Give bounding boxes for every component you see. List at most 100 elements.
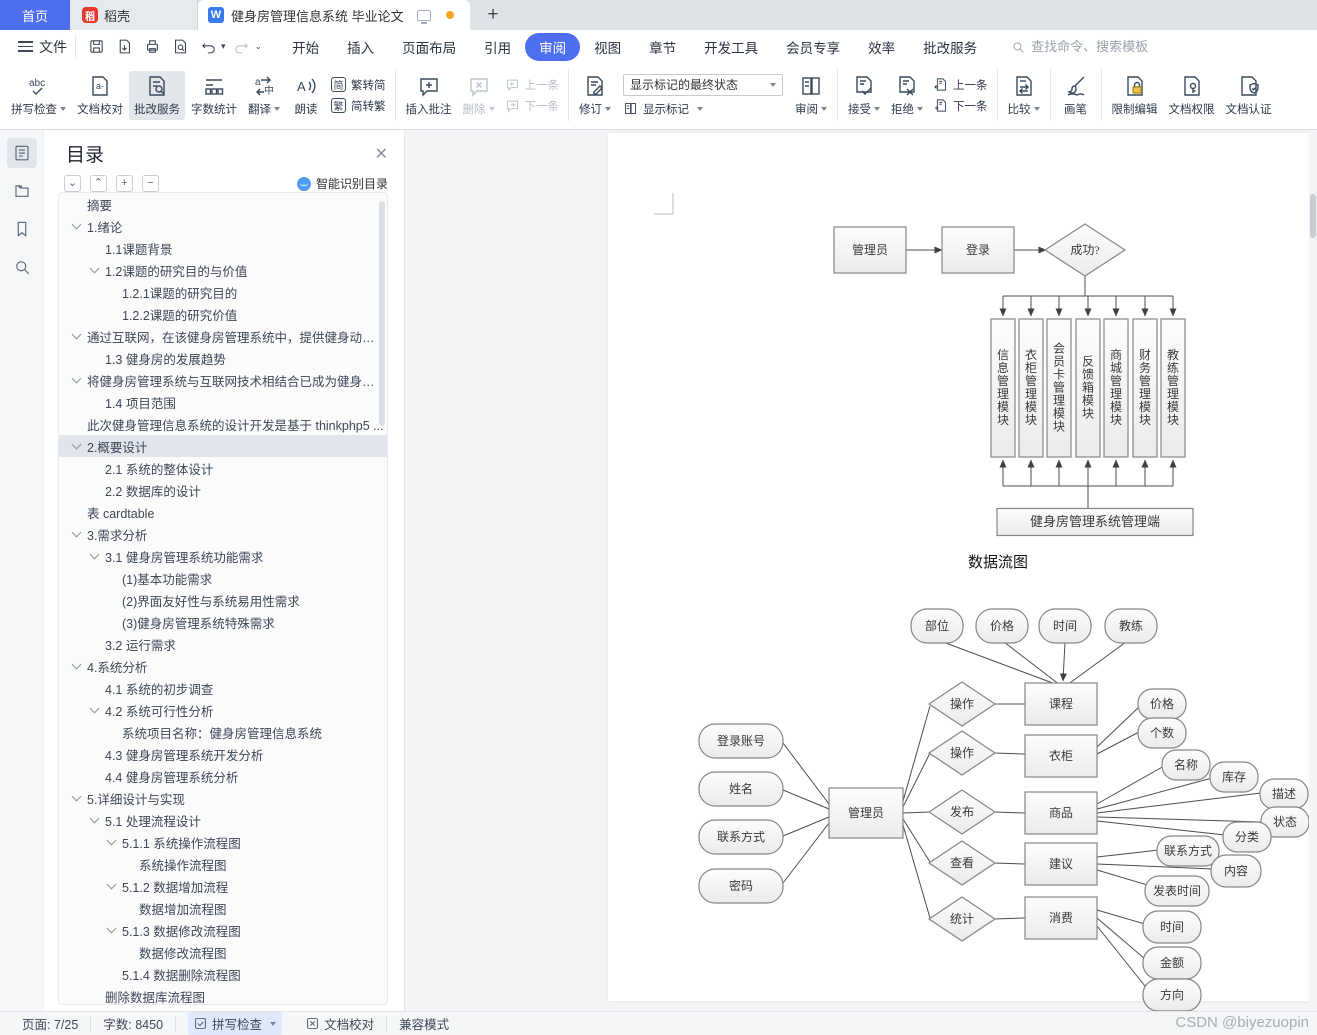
chevron-down-icon[interactable] — [89, 549, 100, 560]
menu-item[interactable]: 开始 — [278, 33, 333, 61]
toc-item[interactable]: 通过互联网，在该健身房管理系统中，提供健身动作 ... — [59, 325, 387, 347]
doc-proof-button[interactable]: 文档校对 — [72, 71, 128, 120]
toc-item[interactable]: 1.绪论 — [59, 215, 387, 237]
chevron-down-icon[interactable] — [71, 373, 82, 384]
toolbar-more-caret[interactable]: ⌄ — [255, 41, 263, 52]
redo-button[interactable] — [230, 35, 254, 59]
chevron-down-icon[interactable] — [71, 219, 82, 230]
print-preview-button[interactable] — [168, 35, 192, 59]
undo-button[interactable] — [196, 35, 220, 59]
menu-item[interactable]: 批改服务 — [909, 33, 991, 61]
show-markup-button[interactable]: 显示标记 — [623, 101, 783, 117]
chevron-down-icon[interactable] — [106, 879, 117, 890]
word-count-indicator[interactable]: 字数: 8450 — [91, 1015, 177, 1032]
expand-all-button[interactable]: ⌄ — [64, 175, 81, 192]
new-tab-button[interactable]: + — [470, 0, 516, 30]
toc-item[interactable]: (3)健身房管理系统特殊需求 — [59, 611, 387, 633]
toc-item[interactable]: (2)界面友好性与系统易用性需求 — [59, 589, 387, 611]
toc-item[interactable]: 5.1.2 数据增加流程 — [59, 875, 387, 897]
toc-item[interactable]: (1)基本功能需求 — [59, 567, 387, 589]
toc-item[interactable]: 5.1.1 系统操作流程图 — [59, 831, 387, 853]
simplified-to-traditional-button[interactable]: 繁 简转繁 — [331, 98, 386, 114]
toc-item[interactable]: 摘要 — [59, 193, 387, 215]
toc-item[interactable]: 5.1 处理流程设计 — [59, 809, 387, 831]
correction-service-button[interactable]: 批改服务 — [129, 70, 185, 120]
toc-item[interactable]: 5.1.3 数据修改流程图 — [59, 919, 387, 941]
doc-certify-button[interactable]: 文档认证 — [1221, 71, 1277, 120]
toc-item[interactable]: 1.2.2课题的研究价值 — [59, 303, 387, 325]
display-for-review-dropdown[interactable]: 显示标记的最终状态 — [623, 73, 783, 96]
toc-item[interactable]: 1.3 健身房的发展趋势 — [59, 347, 387, 369]
toc-item[interactable]: 1.1课题背景 — [59, 237, 387, 259]
toc-item[interactable]: 1.2课题的研究目的与价值 — [59, 259, 387, 281]
toc-item[interactable]: 3.2 运行需求 — [59, 633, 387, 655]
smart-recognize-button[interactable]: 智能识别目录 — [296, 175, 388, 192]
chevron-down-icon[interactable] — [71, 659, 82, 670]
document-scrollbar[interactable] — [1309, 130, 1317, 1011]
screen-share-icon[interactable] — [416, 9, 431, 24]
menu-item[interactable]: 审阅 — [525, 32, 581, 61]
menu-item[interactable]: 引用 — [470, 33, 525, 61]
doc-proof-toggle[interactable]: 文档校对 — [294, 1015, 388, 1032]
toc-item[interactable]: 3.需求分析 — [59, 523, 387, 545]
reviewing-pane-button[interactable]: 审阅 — [790, 71, 832, 120]
read-aloud-button[interactable]: 朗读 — [286, 71, 326, 120]
chevron-down-icon[interactable] — [89, 813, 100, 824]
home-tab[interactable]: 首页 — [0, 0, 70, 30]
toc-item[interactable]: 2.1 系统的整体设计 — [59, 457, 387, 479]
next-comment-button[interactable]: 下一条 — [505, 98, 559, 114]
toc-item[interactable]: 1.4 项目范围 — [59, 391, 387, 413]
document-area[interactable]: 管理员 登录 成功? 信息管理模块 衣柜管理模块 会员卡管理模块 反馈箱模块 商城管理模块 财务… — [405, 130, 1317, 1011]
toc-item[interactable]: 5.1.4 数据删除流程图 — [59, 963, 387, 985]
annotations-panel-button[interactable] — [7, 176, 37, 206]
chevron-down-icon[interactable] — [106, 835, 117, 846]
outline-panel-button[interactable] — [6, 138, 37, 168]
toc-item[interactable]: 数据修改流程图 — [59, 941, 387, 963]
menu-item[interactable]: 视图 — [580, 33, 635, 61]
word-count-button[interactable]: 字数统计 — [186, 71, 242, 120]
export-button[interactable] — [112, 35, 136, 59]
document-scrollbar-thumb[interactable] — [1310, 194, 1316, 238]
spell-check-button[interactable]: 拼写检查 — [6, 71, 71, 120]
docer-tab[interactable]: 稻 稻壳 — [70, 0, 198, 30]
close-icon[interactable]: ✕ — [375, 144, 388, 164]
menu-item[interactable]: 章节 — [635, 33, 690, 61]
toc-item[interactable]: 5.详细设计与实现 — [59, 787, 387, 809]
remove-level-button[interactable]: − — [142, 175, 159, 192]
doc-permission-button[interactable]: 文档权限 — [1164, 71, 1220, 120]
toc-item[interactable]: 4.系统分析 — [59, 655, 387, 677]
toc-item[interactable]: 2.概要设计 — [59, 435, 387, 457]
prev-comment-button[interactable]: 上一条 — [505, 77, 559, 93]
command-search[interactable] — [1011, 39, 1182, 54]
toc-item[interactable]: 此次健身管理信息系统的设计开发是基于 thinkphp5 ... — [59, 413, 387, 435]
collapse-all-button[interactable]: ⌃ — [90, 175, 107, 192]
menu-item[interactable]: 会员专享 — [772, 33, 854, 61]
undo-caret[interactable]: ▾ — [221, 41, 226, 52]
toc-item[interactable]: 2.2 数据库的设计 — [59, 479, 387, 501]
page-indicator[interactable]: 页面: 7/25 — [10, 1015, 92, 1032]
toc-item[interactable]: 3.1 健身房管理系统功能需求 — [59, 545, 387, 567]
menu-item[interactable]: 插入 — [333, 33, 388, 61]
find-panel-button[interactable] — [7, 252, 37, 282]
delete-comment-button[interactable]: 删除 — [458, 71, 500, 120]
toc-item[interactable]: 1.2.1课题的研究目的 — [59, 281, 387, 303]
print-button[interactable] — [140, 35, 164, 59]
toc-item[interactable]: 系统项目名称：健身房管理信息系统 — [59, 721, 387, 743]
menu-item[interactable]: 页面布局 — [388, 33, 470, 61]
chevron-down-icon[interactable] — [71, 527, 82, 538]
reject-button[interactable]: 拒绝 — [886, 71, 928, 120]
chevron-down-icon[interactable] — [71, 791, 82, 802]
toc-item[interactable]: 4.1 系统的初步调查 — [59, 677, 387, 699]
chevron-down-icon[interactable] — [89, 703, 100, 714]
ink-brush-button[interactable]: 画笔 — [1056, 71, 1096, 120]
toc-item[interactable]: 4.3 健身房管理系统开发分析 — [59, 743, 387, 765]
save-button[interactable] — [84, 35, 108, 59]
prev-change-button[interactable]: 上一条 — [933, 77, 988, 93]
toc-item[interactable]: 表 cardtable — [59, 501, 387, 523]
toc-item[interactable]: 4.2 系统可行性分析 — [59, 699, 387, 721]
command-search-input[interactable] — [1031, 39, 1182, 54]
spell-check-toggle[interactable]: 拼写检查 — [176, 1012, 294, 1035]
toc-item[interactable]: 将健身房管理系统与互联网技术相结合已成为健身房 ... — [59, 369, 387, 391]
chevron-down-icon[interactable] — [89, 263, 100, 274]
compare-button[interactable]: 比较 — [1003, 71, 1045, 120]
